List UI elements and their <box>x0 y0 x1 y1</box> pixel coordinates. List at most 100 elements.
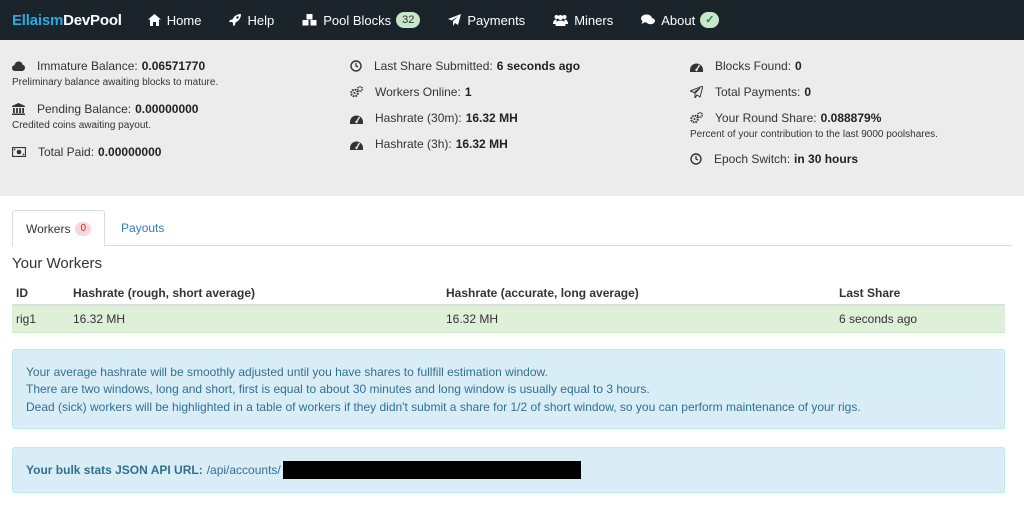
nav-help-label: Help <box>247 12 275 28</box>
gears-icon <box>690 112 703 124</box>
users-icon <box>553 15 569 26</box>
total-paid: Total Paid: 0.00000000 <box>12 143 350 161</box>
nav-payments-label: Payments <box>467 12 526 28</box>
cubes-icon <box>302 14 317 26</box>
tab-payouts[interactable]: Payouts <box>108 210 177 246</box>
info-line-2: There are two windows, long and short, f… <box>26 382 650 396</box>
bank-icon <box>12 103 25 115</box>
redacted-address <box>282 460 581 479</box>
nav-about-label: About <box>661 12 696 28</box>
stats-column-balances: Immature Balance: 0.06571770 Preliminary… <box>0 57 350 196</box>
tab-payouts-label: Payouts <box>121 221 165 235</box>
brand-logo[interactable]: EllaismDevPool <box>12 12 122 29</box>
round-share-desc: Percent of your contribution to the last… <box>690 129 938 140</box>
rocket-icon <box>229 14 242 26</box>
total-paid-label: Total Paid: <box>38 145 95 159</box>
blocks-found: Blocks Found: 0 <box>690 57 1024 75</box>
nav-home-label: Home <box>166 12 202 28</box>
gears-icon <box>350 86 363 98</box>
col-header-hashrate-short[interactable]: Hashrate (rough, short average) <box>69 281 442 306</box>
total-payments-value: 0 <box>804 85 812 99</box>
last-share-value: 6 seconds ago <box>496 59 581 73</box>
pending-balance-label: Pending Balance: <box>37 102 132 116</box>
tab-workers-label: Workers <box>26 221 71 236</box>
account-tabs: Workers 0 Payouts <box>12 210 1012 247</box>
hashrate-3h-label: Hashrate (3h): <box>375 137 452 151</box>
round-share-value: 0.088879% <box>820 111 882 125</box>
tachometer-icon <box>690 63 703 72</box>
brand-part2: DevPool <box>63 11 122 29</box>
round-share-label: Your Round Share: <box>715 111 817 125</box>
paper-plane-icon <box>448 14 462 26</box>
pending-balance-desc: Credited coins awaiting payout. <box>12 120 151 131</box>
nav-home[interactable]: Home <box>147 12 202 28</box>
worker-last-share: 6 seconds ago <box>835 305 1005 333</box>
pool-blocks-badge: 32 <box>396 12 421 28</box>
nav-about[interactable]: About ✓ <box>641 12 720 28</box>
worker-id: rig1 <box>12 305 69 333</box>
hashrate-info-alert: Your average hashrate will be smoothly a… <box>12 348 1005 429</box>
stats-column-pool: Blocks Found: 0 Total Payments: 0 Your R… <box>690 57 1024 196</box>
info-line-3: Dead (sick) workers will be highlighted … <box>26 399 861 414</box>
workers-online: Workers Online: 1 <box>350 83 690 101</box>
blocks-found-value: 0 <box>795 59 802 73</box>
account-stats-panel: Immature Balance: 0.06571770 Preliminary… <box>0 40 1024 196</box>
nav-help[interactable]: Help <box>229 13 274 28</box>
clock-icon <box>350 60 362 72</box>
brand-part1: Ellaism <box>12 11 64 29</box>
tachometer-icon <box>350 141 363 150</box>
workers-online-label: Workers Online: <box>375 85 461 99</box>
nav-miners-label: Miners <box>574 12 614 28</box>
col-header-hashrate-long[interactable]: Hashrate (accurate, long average) <box>442 281 835 306</box>
about-check-badge: ✓ <box>700 12 720 28</box>
api-url-label: Your bulk stats JSON API URL: <box>26 462 203 477</box>
immature-balance-value: 0.06571770 <box>141 59 206 73</box>
immature-balance-label: Immature Balance: <box>37 59 138 73</box>
hashrate-30m: Hashrate (30m): 16.32 MH <box>350 109 690 127</box>
last-share-label: Last Share Submitted: <box>374 59 493 73</box>
hashrate-30m-label: Hashrate (30m): <box>375 111 462 125</box>
worker-hashrate-short: 16.32 MH <box>69 305 442 333</box>
round-share: Your Round Share: 0.088879% <box>690 109 1024 127</box>
immature-balance: Immature Balance: 0.06571770 <box>12 57 350 75</box>
blocks-found-label: Blocks Found: <box>715 59 792 73</box>
clock-icon <box>690 153 702 165</box>
workers-table: ID Hashrate (rough, short average) Hashr… <box>12 281 1005 333</box>
table-row: rig1 16.32 MH 16.32 MH 6 seconds ago <box>12 305 1005 333</box>
hashrate-3h: Hashrate (3h): 16.32 MH <box>350 135 690 153</box>
worker-hashrate-long: 16.32 MH <box>442 305 835 333</box>
nav-payments[interactable]: Payments <box>448 13 525 28</box>
workers-online-value: 1 <box>464 85 472 99</box>
paper-plane-icon <box>690 86 703 98</box>
immature-balance-desc: Preliminary balance awaiting blocks to m… <box>12 77 219 88</box>
epoch-switch-value: in 30 hours <box>794 152 859 166</box>
stats-column-hashrate: Last Share Submitted: 6 seconds ago Work… <box>350 57 690 196</box>
cloud-icon <box>12 61 25 71</box>
info-line-1: Your average hashrate will be smoothly a… <box>26 364 548 379</box>
money-icon <box>12 147 26 157</box>
hashrate-3h-value: 16.32 MH <box>455 137 508 151</box>
epoch-switch-label: Epoch Switch: <box>714 152 791 166</box>
hashrate-30m-value: 16.32 MH <box>465 111 518 125</box>
pending-balance: Pending Balance: 0.00000000 <box>12 100 350 118</box>
total-paid-value: 0.00000000 <box>98 145 162 159</box>
api-url-alert: Your bulk stats JSON API URL: /api/accou… <box>12 446 1005 493</box>
col-header-last-share[interactable]: Last Share <box>835 281 1005 306</box>
table-header-row: ID Hashrate (rough, short average) Hashr… <box>12 281 1005 306</box>
last-share-submitted: Last Share Submitted: 6 seconds ago <box>350 57 690 75</box>
comments-icon <box>641 14 656 25</box>
nav-pool-blocks[interactable]: Pool Blocks 32 <box>302 12 421 28</box>
col-header-id[interactable]: ID <box>12 281 69 306</box>
tab-workers[interactable]: Workers 0 <box>12 210 106 247</box>
navbar: EllaismDevPool Home Help Pool Blocks 32 … <box>0 0 1024 40</box>
pending-balance-value: 0.00000000 <box>135 102 199 116</box>
api-url-link[interactable]: /api/accounts/ <box>207 463 281 477</box>
section-title: Your Workers <box>12 255 103 272</box>
nav-miners[interactable]: Miners <box>553 13 613 28</box>
total-payments: Total Payments: 0 <box>690 83 1024 101</box>
home-icon <box>147 14 161 26</box>
workers-count-badge: 0 <box>75 221 92 236</box>
nav-pool-blocks-label: Pool Blocks <box>323 12 392 28</box>
tachometer-icon <box>350 115 363 124</box>
total-payments-label: Total Payments: <box>715 85 801 99</box>
